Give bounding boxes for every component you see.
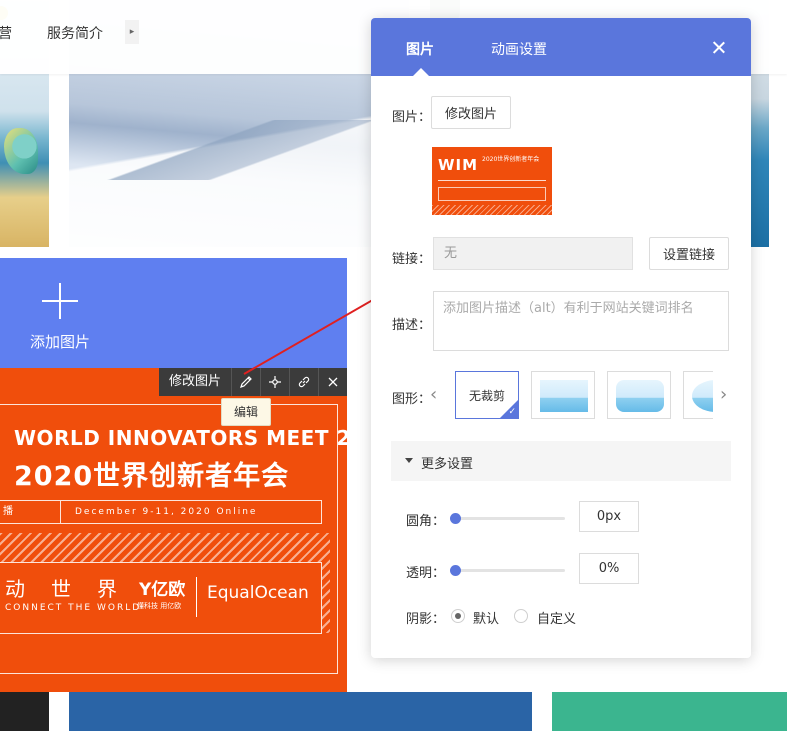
more-settings-label: 更多设置 [421, 457, 474, 472]
radius-slider[interactable] [455, 517, 565, 520]
caret-down-icon [405, 458, 413, 463]
shadow-custom-radio[interactable] [514, 609, 528, 623]
description-label: 描述： [392, 318, 432, 333]
shape-next-icon[interactable]: › [720, 384, 727, 405]
link-field: 无 [433, 237, 633, 270]
toolbar-edit-image-button[interactable]: 修改图片 [159, 368, 231, 396]
bottom-block-black [0, 692, 49, 731]
selected-banner-image[interactable]: WORLD INNOVATORS MEET 2020 2020世界创新者年会 播… [0, 368, 347, 692]
radius-label: 圆角： [406, 514, 446, 529]
banner-title-cn: 2020世界创新者年会 [14, 461, 290, 492]
banner-row-left: 播 [0, 501, 61, 523]
active-tab-indicator [413, 68, 429, 76]
shape-option-circle[interactable] [683, 371, 713, 419]
panel-header: 图片 动画设置 [371, 18, 751, 76]
pencil-icon[interactable] [231, 368, 260, 396]
add-image-label[interactable]: 添加图片 [30, 331, 90, 352]
plus-icon[interactable] [42, 283, 78, 319]
yiou-tagline: 懂科技 用亿欧 [137, 602, 182, 610]
shape-option-rect[interactable] [531, 371, 595, 419]
opacity-slider[interactable] [455, 569, 565, 572]
shape-option-none[interactable]: 无裁剪 ✓ [455, 371, 519, 419]
more-settings-toggle[interactable]: 更多设置 [391, 441, 731, 481]
shape-label: 图形： [392, 392, 432, 407]
tab-animation-settings[interactable]: 动画设置 [491, 39, 547, 59]
shadow-default-label[interactable]: 默认 [473, 608, 499, 627]
thumbnail-title-text: 2020世界创新者年会 [482, 156, 540, 163]
image-label: 图片： [392, 110, 432, 125]
radius-slider-handle[interactable] [450, 513, 461, 524]
image-thumbnail: WIM 2020世界创新者年会 [432, 147, 552, 215]
set-link-button[interactable]: 设置链接 [649, 237, 729, 270]
banner-slogan: 动世界 [5, 577, 143, 601]
opacity-value-input[interactable]: 0% [579, 553, 639, 584]
image-settings-panel: 图片 动画设置 图片： 修改图片 WIM 2020世界创新者年会 链接： 无 设… [371, 18, 751, 658]
shadow-default-radio[interactable] [451, 609, 465, 623]
description-textarea[interactable]: 添加图片描述（alt）有利于网站关键词排名 [433, 291, 729, 351]
image-toolbar: 修改图片 [159, 368, 347, 396]
link-label: 链接： [392, 252, 432, 267]
radius-value-input[interactable]: 0px [579, 501, 639, 532]
opacity-slider-handle[interactable] [450, 565, 461, 576]
banner-title-en: WORLD INNOVATORS MEET 2020 [14, 426, 347, 450]
nav-item-prev[interactable]: 营 [0, 23, 12, 43]
shadow-label: 阴影： [406, 612, 446, 627]
bottom-block-blue [69, 692, 532, 731]
close-icon[interactable] [709, 38, 729, 58]
banner-date: December 9-11, 2020 Online [75, 507, 258, 517]
opacity-label: 透明： [406, 566, 446, 581]
person-figure [4, 128, 38, 174]
change-image-button[interactable]: 修改图片 [431, 96, 511, 129]
shape-option-rounded[interactable] [607, 371, 671, 419]
banner-connect: CONNECT THE WORLD [5, 603, 142, 613]
nav-next-icon[interactable]: ▸ [125, 20, 139, 44]
bottom-block-green [552, 692, 787, 731]
check-icon: ✓ [508, 407, 516, 417]
equalocean-logo: EqualOcean [207, 583, 309, 603]
tab-image[interactable]: 图片 [406, 39, 434, 59]
edit-tooltip: 编辑 [221, 398, 272, 426]
shape-prev-icon[interactable]: ‹ [430, 384, 437, 405]
link-icon[interactable] [289, 368, 318, 396]
crop-icon[interactable] [260, 368, 289, 396]
yiou-logo: Y亿欧 [139, 580, 186, 600]
shadow-custom-label[interactable]: 自定义 [537, 608, 576, 627]
thumbnail-wim-text: WIM [438, 156, 479, 174]
nav-item-service-intro[interactable]: 服务简介 [47, 23, 103, 43]
close-icon[interactable] [318, 368, 347, 396]
